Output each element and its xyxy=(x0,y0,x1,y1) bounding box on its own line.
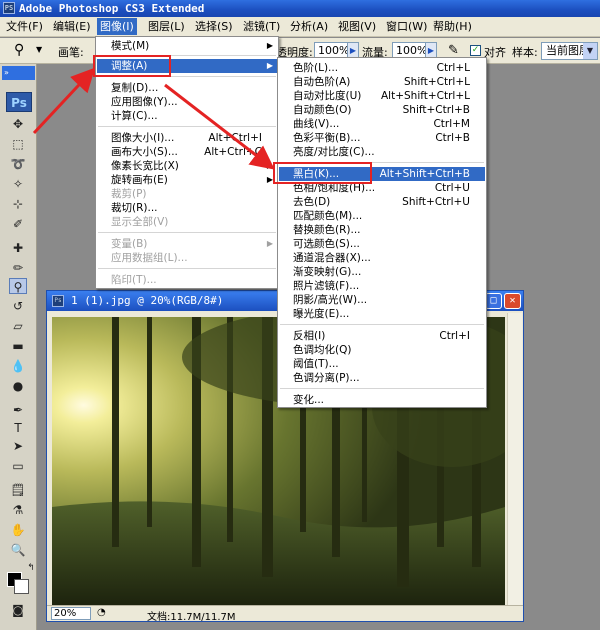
annotation-arrow-2 xyxy=(164,83,275,170)
annotation-arrows xyxy=(32,67,275,170)
annotation-arrow-1 xyxy=(32,67,96,135)
